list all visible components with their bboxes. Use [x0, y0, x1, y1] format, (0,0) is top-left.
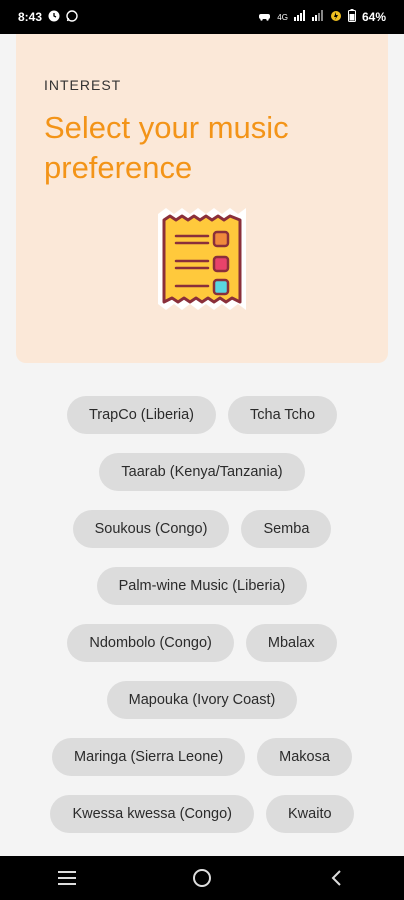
chip-row: Kwessa kwessa (Congo) Kwaito [0, 795, 404, 833]
status-time: 8:43 [18, 10, 43, 24]
battery-icon [347, 9, 356, 25]
genre-chip[interactable]: Tcha Tcho [228, 396, 338, 434]
genre-chip[interactable]: Makosa [257, 738, 352, 776]
car-icon [258, 10, 271, 24]
chip-row: Ndombolo (Congo) Mbalax [0, 624, 404, 662]
genre-chip[interactable]: Mapouka (Ivory Coast) [106, 681, 298, 719]
whatsapp-icon [66, 9, 78, 25]
status-left: 8:43 [18, 9, 78, 25]
chip-row: TrapCo (Liberia) Tcha Tcho [0, 396, 404, 434]
genre-chip[interactable]: Soukous (Congo) [72, 510, 230, 548]
clock-icon [48, 10, 60, 25]
genre-chip[interactable]: Palm-wine Music (Liberia) [96, 567, 308, 605]
data-saver-icon [330, 10, 342, 25]
genre-chip[interactable]: TrapCo (Liberia) [66, 396, 216, 434]
chip-row: Soukous (Congo) Semba [0, 510, 404, 548]
genre-chip-list: TrapCo (Liberia) Tcha Tcho Taarab (Kenya/T… [0, 396, 404, 856]
signal-icon-2 [311, 10, 324, 24]
back-icon[interactable] [317, 858, 357, 898]
battery-percent: 64% [361, 10, 386, 24]
page-title: Select your music preference [44, 110, 289, 185]
genre-chip[interactable]: Maringa (Sierra Leone) [52, 738, 246, 776]
chip-row: Maringa (Sierra Leone) Makosa [0, 738, 404, 776]
genre-chip[interactable]: Taarab (Kenya/Tanzania) [99, 453, 305, 491]
signal-icon [293, 10, 306, 24]
home-icon[interactable] [182, 858, 222, 898]
genre-chip[interactable]: Semba [241, 510, 332, 548]
genre-chip[interactable]: Kwessa kwessa (Congo) [50, 795, 255, 833]
genre-chip[interactable]: Mbalax [245, 624, 337, 662]
navigation-bar [0, 856, 404, 900]
section-eyebrow: INTEREST [44, 77, 122, 93]
chip-row: Palm-wine Music (Liberia) [0, 567, 404, 605]
chip-row: Taarab (Kenya/Tanzania) [0, 453, 404, 491]
network-type: 4G [277, 12, 288, 22]
genre-chip[interactable]: Ndombolo (Congo) [67, 624, 234, 662]
genre-chip[interactable]: Kwaito [266, 795, 354, 833]
status-bar: 8:43 4G 64% [0, 0, 404, 34]
chip-row: Mapouka (Ivory Coast) [0, 681, 404, 719]
receipt-list-icon [152, 206, 252, 316]
status-right: 4G 64% [258, 9, 386, 25]
menu-icon[interactable] [47, 858, 87, 898]
header-card: INTEREST Select your music preference [16, 34, 388, 363]
